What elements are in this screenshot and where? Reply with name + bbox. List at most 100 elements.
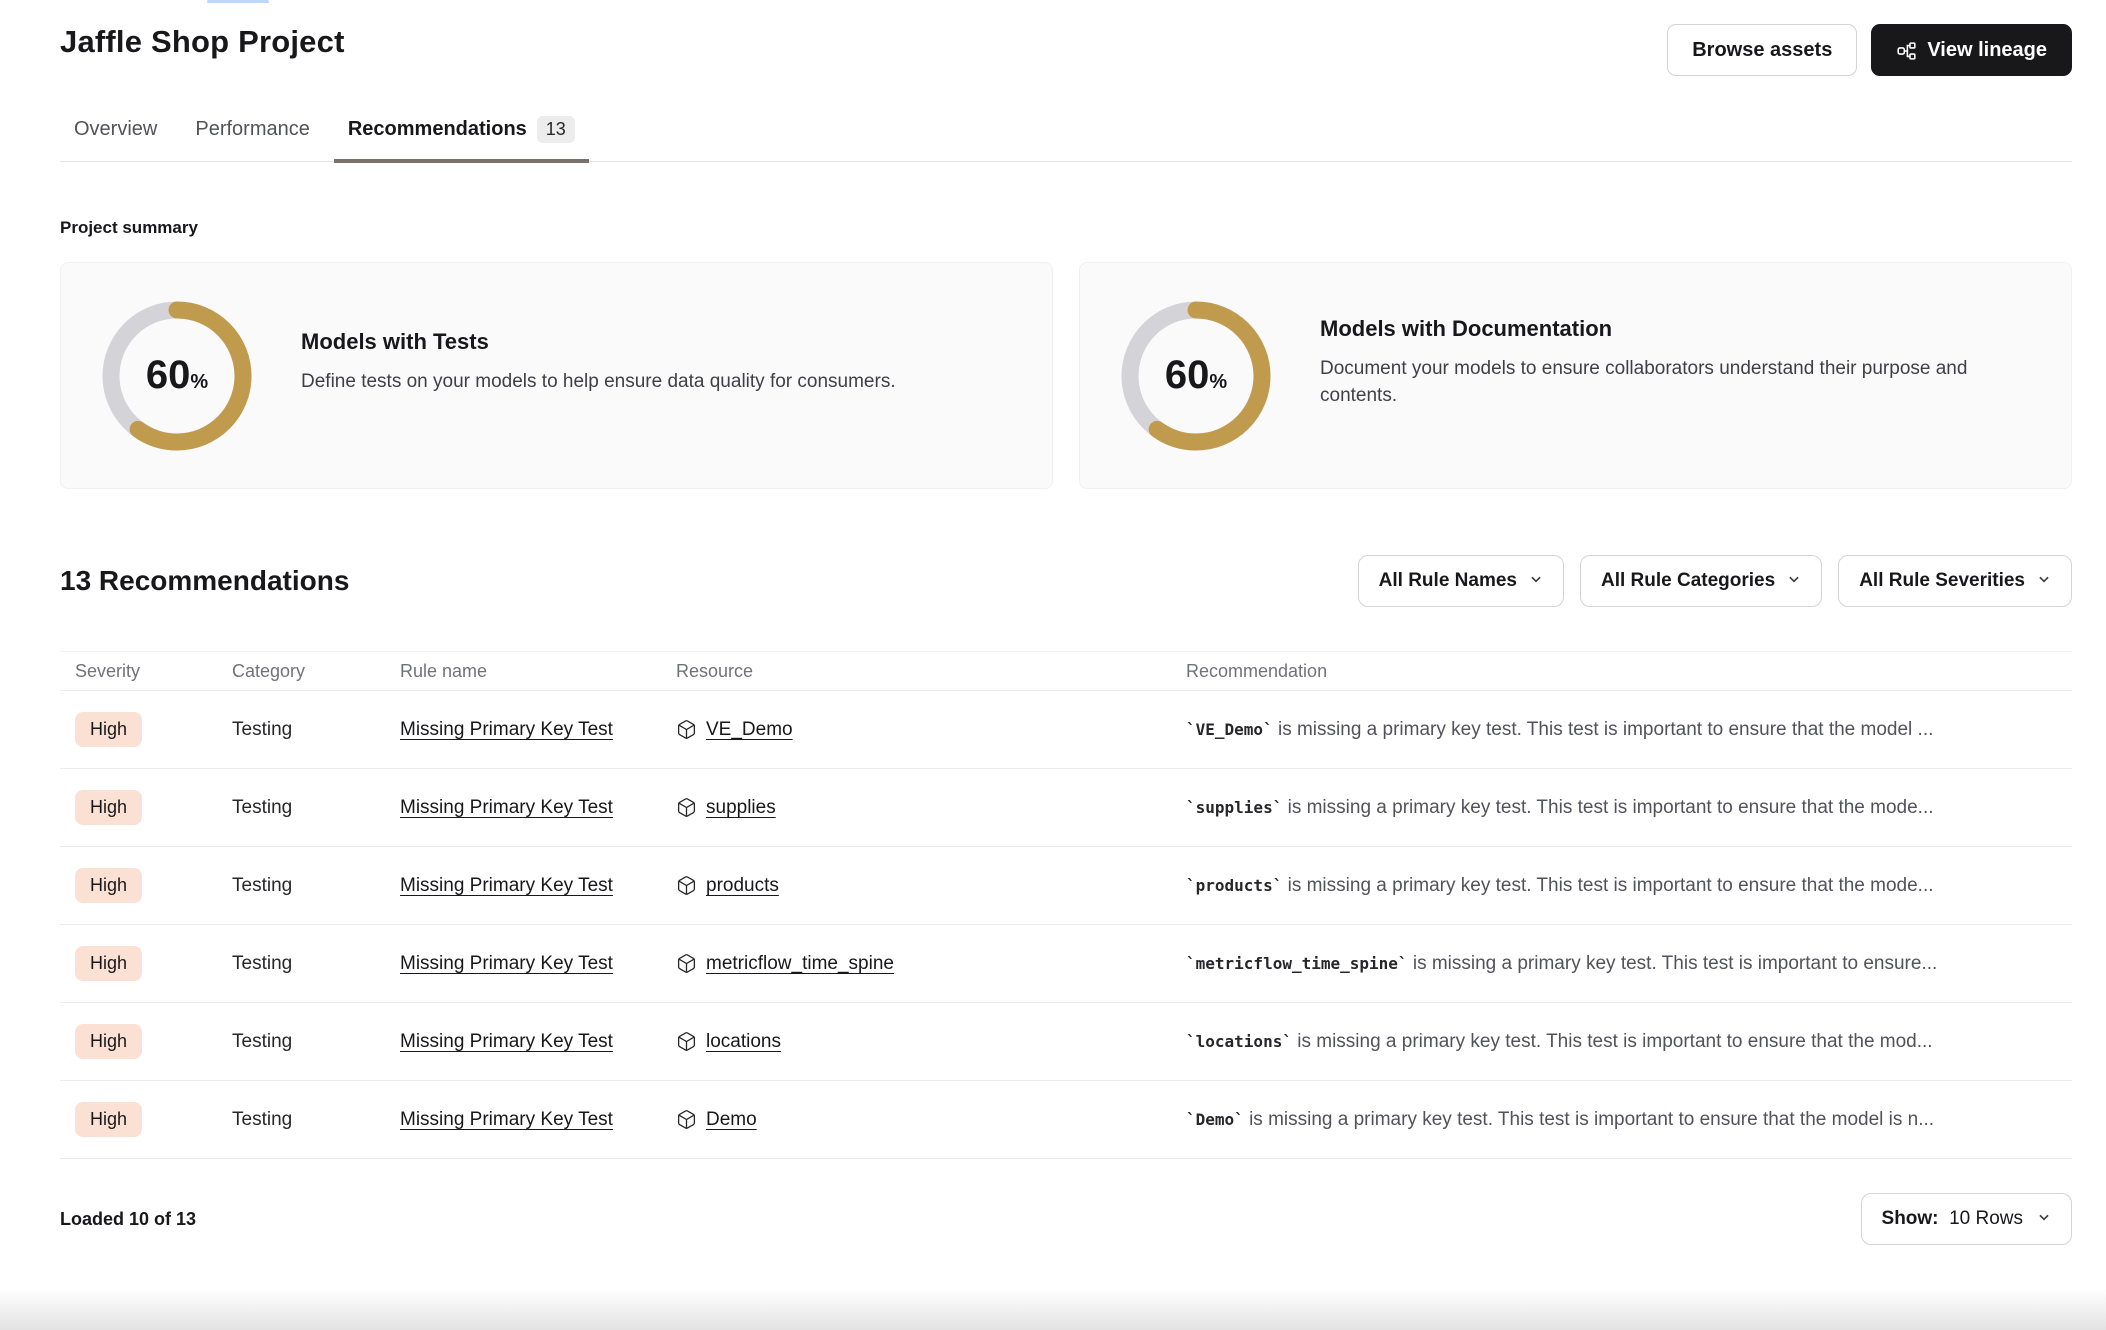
summary-cards: 60% Models with Tests Define tests on yo… — [60, 262, 2072, 489]
rule-name-link[interactable]: Missing Primary Key Test — [400, 875, 613, 896]
show-value: 10 Rows — [1949, 1208, 2023, 1229]
severity-badge: High — [75, 1102, 142, 1137]
category-cell: Testing — [232, 1109, 400, 1131]
page-title: Jaffle Shop Project — [60, 24, 345, 60]
resource-link[interactable]: metricflow_time_spine — [706, 953, 894, 975]
rule-name-link[interactable]: Missing Primary Key Test — [400, 1109, 613, 1130]
models-with-documentation-card: 60% Models with Documentation Document y… — [1079, 262, 2072, 489]
tab-performance[interactable]: Performance — [181, 116, 324, 163]
chevron-down-icon — [1787, 570, 1801, 592]
table-header-row: Severity Category Rule name Resource Rec… — [60, 651, 2072, 691]
category-cell: Testing — [232, 1031, 400, 1053]
column-header-category: Category — [232, 661, 400, 682]
tests-card-title: Models with Tests — [301, 329, 896, 355]
recommendation-code: `VE_Demo` — [1186, 720, 1273, 739]
recommendation-code: `products` — [1186, 876, 1282, 895]
tests-donut-value: 60% — [101, 300, 253, 452]
severity-badge: High — [75, 946, 142, 981]
tab-recommendations-label: Recommendations — [348, 118, 527, 141]
recommendation-text: is missing a primary key test. This test… — [1282, 797, 1933, 818]
rule-name-link[interactable]: Missing Primary Key Test — [400, 1031, 613, 1052]
recommendations-header: 13 Recommendations All Rule Names All Ru… — [60, 555, 2072, 607]
resource-link[interactable]: products — [706, 875, 779, 897]
recommendation-code: `locations` — [1186, 1032, 1292, 1051]
column-header-recommendation: Recommendation — [1186, 661, 2072, 682]
table-row: High Testing Missing Primary Key Test De… — [60, 1081, 2072, 1159]
recommendation-text: is missing a primary key test. This test… — [1273, 719, 1934, 740]
severity-badge: High — [75, 1024, 142, 1059]
rule-names-filter-label: All Rule Names — [1379, 570, 1517, 592]
recommendations-table: Severity Category Rule name Resource Rec… — [60, 651, 2072, 1159]
category-cell: Testing — [232, 797, 400, 819]
package-icon — [676, 875, 697, 896]
rule-name-link[interactable]: Missing Primary Key Test — [400, 953, 613, 974]
package-icon — [676, 719, 697, 740]
tests-card-description: Define tests on your models to help ensu… — [301, 369, 896, 396]
rule-categories-filter[interactable]: All Rule Categories — [1580, 555, 1822, 607]
docs-donut-value: 60% — [1120, 300, 1272, 452]
rule-severities-filter-label: All Rule Severities — [1859, 570, 2025, 592]
browse-assets-button[interactable]: Browse assets — [1667, 24, 1857, 76]
chevron-down-icon — [2037, 570, 2051, 592]
recommendation-text: is missing a primary key test. This test… — [1282, 875, 1933, 896]
bottom-fade — [0, 1288, 2106, 1330]
top-blue-bar — [207, 0, 269, 3]
view-lineage-button[interactable]: View lineage — [1871, 24, 2072, 76]
recommendation-code: `supplies` — [1186, 798, 1282, 817]
resource-link[interactable]: supplies — [706, 797, 776, 819]
rule-severities-filter[interactable]: All Rule Severities — [1838, 555, 2072, 607]
docs-card-title: Models with Documentation — [1320, 316, 2001, 342]
resource-link[interactable]: locations — [706, 1031, 781, 1053]
tab-recommendations[interactable]: Recommendations 13 — [334, 116, 589, 163]
recommendations-title: 13 Recommendations — [60, 565, 349, 597]
column-header-rule-name: Rule name — [400, 661, 676, 682]
tab-performance-label: Performance — [195, 118, 310, 141]
filter-bar: All Rule Names All Rule Categories All R… — [1358, 555, 2072, 607]
category-cell: Testing — [232, 953, 400, 975]
category-cell: Testing — [232, 875, 400, 897]
severity-badge: High — [75, 790, 142, 825]
package-icon — [676, 1109, 697, 1130]
recommendation-text: is missing a primary key test. This test… — [1408, 953, 1938, 974]
table-row: High Testing Missing Primary Key Test lo… — [60, 1003, 2072, 1081]
severity-badge: High — [75, 868, 142, 903]
table-footer: Loaded 10 of 13 Show: 10 Rows — [60, 1193, 2072, 1245]
lineage-graph-icon — [1896, 40, 1917, 61]
table-row: High Testing Missing Primary Key Test me… — [60, 925, 2072, 1003]
view-lineage-label: View lineage — [1927, 39, 2047, 62]
loaded-count-text: Loaded 10 of 13 — [60, 1209, 196, 1230]
show-label: Show: — [1882, 1208, 1939, 1229]
tests-donut-chart: 60% — [101, 300, 253, 452]
header-actions: Browse assets View lineage — [1667, 24, 2072, 76]
tab-overview-label: Overview — [74, 118, 157, 141]
rule-name-link[interactable]: Missing Primary Key Test — [400, 719, 613, 740]
page-header: Jaffle Shop Project Browse assets View l… — [60, 0, 2072, 76]
recommendation-text: is missing a primary key test. This test… — [1244, 1109, 1934, 1130]
category-cell: Testing — [232, 719, 400, 741]
package-icon — [676, 797, 697, 818]
tests-card-text: Models with Tests Define tests on your m… — [301, 329, 926, 396]
models-with-tests-card: 60% Models with Tests Define tests on yo… — [60, 262, 1053, 489]
browse-assets-label: Browse assets — [1692, 39, 1832, 62]
project-summary-heading: Project summary — [60, 218, 2072, 238]
chevron-down-icon — [2037, 1208, 2051, 1230]
chevron-down-icon — [1529, 570, 1543, 592]
recommendation-code: `metricflow_time_spine` — [1186, 954, 1408, 973]
package-icon — [676, 1031, 697, 1052]
rows-per-page-select[interactable]: Show: 10 Rows — [1861, 1193, 2072, 1245]
recommendation-code: `Demo` — [1186, 1110, 1244, 1129]
resource-link[interactable]: VE_Demo — [706, 719, 793, 741]
column-header-severity: Severity — [75, 661, 232, 682]
resource-link[interactable]: Demo — [706, 1109, 757, 1131]
table-row: High Testing Missing Primary Key Test VE… — [60, 691, 2072, 769]
severity-badge: High — [75, 712, 142, 747]
tab-recommendations-count-badge: 13 — [537, 116, 575, 143]
rule-name-link[interactable]: Missing Primary Key Test — [400, 797, 613, 818]
project-page: Jaffle Shop Project Browse assets View l… — [0, 0, 2106, 1330]
rule-names-filter[interactable]: All Rule Names — [1358, 555, 1564, 607]
tab-overview[interactable]: Overview — [60, 116, 171, 163]
rule-categories-filter-label: All Rule Categories — [1601, 570, 1775, 592]
docs-donut-chart: 60% — [1120, 300, 1272, 452]
column-header-resource: Resource — [676, 661, 1186, 682]
package-icon — [676, 953, 697, 974]
